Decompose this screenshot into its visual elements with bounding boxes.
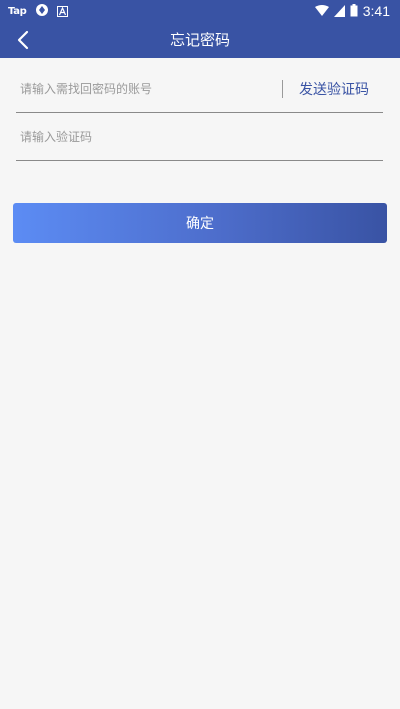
- font-a-icon: [56, 2, 68, 21]
- confirm-button[interactable]: 确定: [13, 203, 387, 243]
- status-right: 3:41: [314, 2, 390, 21]
- app-bar: 忘记密码: [0, 22, 400, 58]
- send-code-button[interactable]: 发送验证码: [299, 79, 383, 99]
- account-input[interactable]: [16, 65, 282, 112]
- battery-icon: [350, 2, 358, 21]
- chevron-left-icon: [17, 30, 29, 50]
- app-tag: Tap: [8, 5, 27, 17]
- status-left: Tap: [8, 2, 68, 21]
- account-field-row: 发送验证码: [16, 65, 383, 113]
- field-divider: [282, 79, 283, 98]
- back-button[interactable]: [8, 25, 38, 55]
- verification-code-input[interactable]: [16, 113, 383, 160]
- forgot-password-screen: Tap 3:41 忘记密码 请输入需找回密码的账号 发送验证码 请输入验证码 确…: [0, 0, 400, 709]
- page-title: 忘记密码: [169, 31, 230, 49]
- status-time: 3:41: [362, 3, 390, 19]
- wifi-icon: [314, 2, 329, 21]
- signal-icon: [333, 2, 345, 21]
- status-bar: Tap 3:41: [0, 0, 400, 22]
- code-field-row: [16, 113, 383, 161]
- vpn-icon: [35, 2, 49, 21]
